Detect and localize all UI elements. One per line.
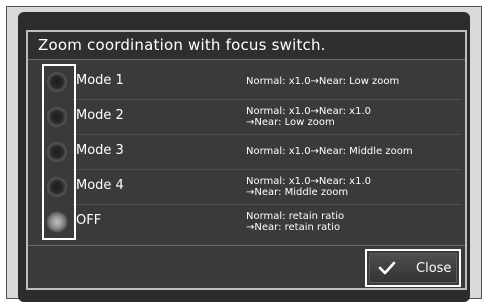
option-label: Mode 2 (76, 108, 124, 123)
option-row-mode-2[interactable]: Mode 2 Normal: x1.0→Near: x1.0 →Near: Lo… (28, 99, 465, 135)
option-description: Normal: x1.0→Near: x1.0 →Near: Low zoom (246, 106, 461, 128)
description-line: Normal: x1.0→Near: Low zoom (246, 76, 400, 87)
description-line: Normal: x1.0→Near: x1.0 (246, 176, 371, 187)
zoom-coordination-dialog: Zoom coordination with focus switch. Mod… (26, 30, 467, 290)
option-row-off[interactable]: OFF Normal: retain ratio →Near: retain r… (28, 204, 465, 240)
description-line: Normal: x1.0→Near: x1.0 (246, 106, 371, 117)
radio-group-highlight (42, 64, 76, 240)
option-label: Mode 4 (76, 178, 124, 193)
option-description: Normal: x1.0→Near: Middle zoom (246, 146, 461, 157)
close-label: Close (416, 261, 452, 276)
option-description: Normal: retain ratio →Near: retain ratio (246, 211, 461, 233)
checkmark-icon (378, 261, 396, 275)
close-button-face[interactable]: Close (369, 253, 457, 283)
footer-divider (28, 245, 465, 246)
description-line: Normal: retain ratio (246, 211, 345, 222)
option-description: Normal: x1.0→Near: Low zoom (246, 76, 461, 87)
option-label: Mode 1 (76, 73, 124, 88)
option-row-mode-4[interactable]: Mode 4 Normal: x1.0→Near: x1.0 →Near: Mi… (28, 169, 465, 205)
description-line: →Near: retain ratio (246, 222, 341, 233)
option-label: OFF (76, 213, 102, 228)
option-row-mode-3[interactable]: Mode 3 Normal: x1.0→Near: Middle zoom (28, 134, 465, 170)
option-label: Mode 3 (76, 143, 124, 158)
option-description: Normal: x1.0→Near: x1.0 →Near: Middle zo… (246, 176, 461, 198)
dialog-title: Zoom coordination with focus switch. (28, 32, 465, 59)
option-row-mode-1[interactable]: Mode 1 Normal: x1.0→Near: Low zoom (28, 64, 465, 100)
description-line: →Near: Middle zoom (246, 187, 349, 198)
description-line: Normal: x1.0→Near: Middle zoom (246, 146, 413, 157)
close-button[interactable]: Close (365, 249, 461, 287)
description-line: →Near: Low zoom (246, 117, 335, 128)
title-divider (28, 59, 465, 60)
